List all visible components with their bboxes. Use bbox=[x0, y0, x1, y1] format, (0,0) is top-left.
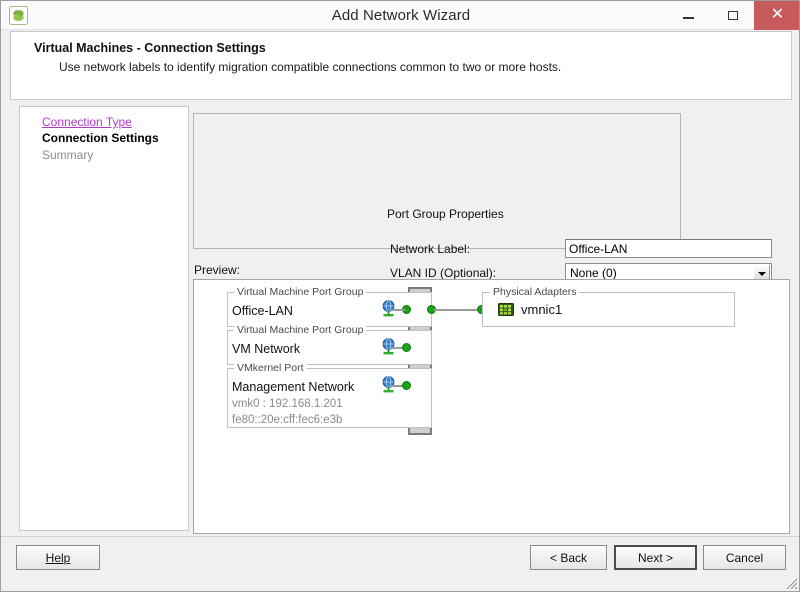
close-icon: ✕ bbox=[770, 6, 785, 23]
port-group-legend: Virtual Machine Port Group bbox=[234, 286, 367, 298]
maximize-button[interactable] bbox=[711, 1, 756, 30]
wizard-step-nav: Connection Type Connection Settings Summ… bbox=[19, 106, 189, 531]
port-group-properties-panel bbox=[193, 113, 681, 249]
help-button-label: Help bbox=[45, 550, 71, 565]
sidebar-item-connection-type[interactable]: Connection Type bbox=[42, 115, 132, 129]
vmkernel-ipv6-address: fe80::20e:cff:fec6:e3b bbox=[232, 414, 343, 426]
add-network-wizard-window: Add Network Wizard ✕ Virtual Machines - … bbox=[0, 0, 800, 592]
connection-wire bbox=[434, 309, 480, 311]
wizard-footer: Help < Back Next > Cancel bbox=[1, 537, 799, 591]
title-bar: Add Network Wizard ✕ bbox=[1, 1, 799, 30]
back-button-label: < Back bbox=[549, 550, 588, 565]
network-label-input[interactable] bbox=[565, 239, 772, 258]
preview-label: Preview: bbox=[194, 263, 241, 277]
connection-wire bbox=[391, 309, 405, 311]
network-preview-panel: Virtual Machine Port Group Office-LAN Vi… bbox=[193, 279, 790, 534]
page-title: Virtual Machines - Connection Settings bbox=[34, 41, 266, 55]
back-button[interactable]: < Back bbox=[530, 545, 607, 570]
next-button[interactable]: Next > bbox=[614, 545, 697, 570]
connection-node bbox=[402, 343, 411, 352]
resize-grip[interactable] bbox=[786, 578, 798, 590]
physical-adapter-name: vmnic1 bbox=[521, 302, 563, 317]
connection-node bbox=[402, 381, 411, 390]
port-group-properties-legend: Port Group Properties bbox=[383, 207, 508, 221]
network-label-label: Network Label: bbox=[390, 242, 471, 256]
minimize-button[interactable] bbox=[666, 1, 711, 30]
sidebar-item-connection-settings[interactable]: Connection Settings bbox=[42, 131, 159, 145]
next-button-label: Next > bbox=[637, 550, 673, 565]
wizard-header: Virtual Machines - Connection Settings U… bbox=[10, 31, 792, 100]
port-group-name: VM Network bbox=[232, 342, 301, 356]
cancel-button-label: Cancel bbox=[725, 550, 764, 565]
port-group-legend: VMkernel Port bbox=[234, 362, 307, 374]
port-group-legend: Virtual Machine Port Group bbox=[234, 324, 367, 336]
page-subtitle: Use network labels to identify migration… bbox=[59, 60, 562, 74]
port-group-name: Office-LAN bbox=[232, 304, 293, 318]
minimize-icon bbox=[683, 17, 694, 19]
vlan-id-selected-value: None (0) bbox=[570, 266, 617, 280]
vmkernel-ipv4-address: vmk0 : 192.168.1.201 bbox=[232, 398, 343, 410]
sidebar-item-summary[interactable]: Summary bbox=[42, 148, 93, 162]
vlan-id-label: VLAN ID (Optional): bbox=[390, 266, 497, 280]
cancel-button[interactable]: Cancel bbox=[703, 545, 786, 570]
nic-adapter-icon bbox=[498, 303, 514, 316]
wizard-body: Connection Type Connection Settings Summ… bbox=[10, 101, 792, 536]
port-group-name: Management Network bbox=[232, 380, 355, 394]
maximize-icon bbox=[728, 11, 738, 20]
physical-adapters-legend: Physical Adapters bbox=[490, 286, 580, 298]
close-button[interactable]: ✕ bbox=[754, 1, 799, 30]
help-button[interactable]: Help bbox=[16, 545, 100, 570]
wizard-content: Port Group Properties Network Label: VLA… bbox=[190, 101, 792, 536]
